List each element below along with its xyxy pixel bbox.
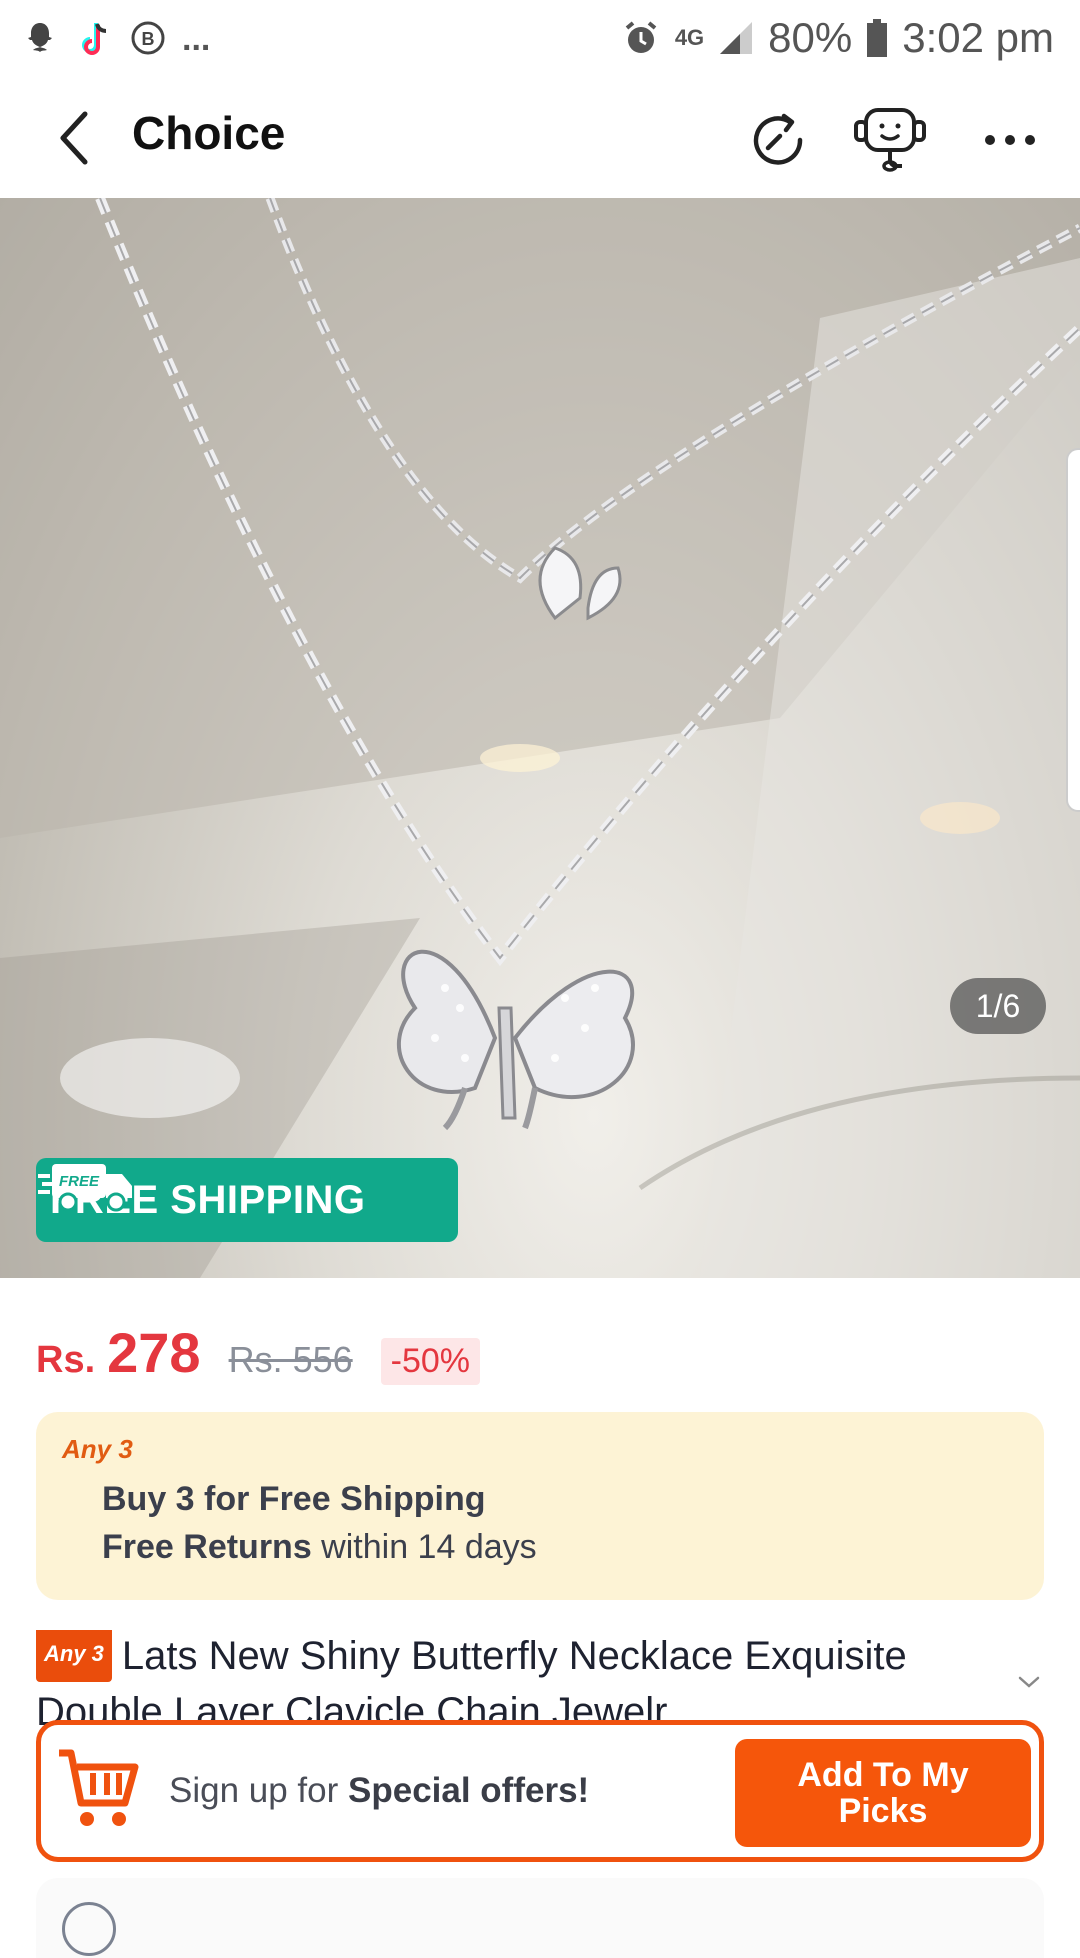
expand-chevron-icon[interactable] (1016, 1672, 1042, 1692)
free-returns-label: Free Returns (102, 1528, 312, 1566)
product-title[interactable]: Any 3 Lats New Shiny Butterfly Necklace E… (36, 1630, 996, 1726)
signup-offers-bar[interactable]: Sign up for Special offers! Add To My Pi… (36, 1720, 1044, 1862)
image-counter: 1/6 (950, 978, 1046, 1034)
side-scroll-handle[interactable] (1066, 448, 1080, 812)
customer-service-icon (854, 108, 926, 172)
signup-highlight: Special offers! (348, 1771, 590, 1810)
free-returns-detail: within 14 days (311, 1528, 537, 1566)
more-dots-icon (985, 135, 1035, 145)
price-original: Rs. 556 (228, 1339, 353, 1380)
signup-prefix: Sign up for (169, 1771, 348, 1810)
product-title-text: Lats New Shiny Butterfly Necklace Exquis… (36, 1634, 907, 1726)
promo-box[interactable]: Any 3 Buy 3 for Free Shipping Free Retur… (36, 1412, 1044, 1600)
clock: 3:02 pm (902, 14, 1054, 61)
add-to-my-picks-button[interactable]: Add To My Picks (735, 1739, 1031, 1847)
svg-text:B: B (142, 29, 155, 49)
shopping-cart-icon (59, 1749, 139, 1826)
customer-service-button[interactable] (852, 100, 932, 180)
more-notifications: ... (182, 19, 211, 58)
store-avatar (62, 1902, 116, 1956)
snapchat-icon (28, 23, 52, 52)
tiktok-icon (82, 23, 107, 55)
status-system: 4G 80% 3:02 pm (621, 10, 1054, 66)
status-notifications: B ... (20, 14, 210, 64)
network-type: 4G (674, 25, 705, 50)
promo-free-shipping: Buy 3 for Free Shipping (102, 1480, 486, 1518)
discount-badge: -50% (380, 1338, 481, 1385)
promo-tag: Any 3 (62, 1434, 133, 1464)
any3-badge: Any 3 (36, 1630, 112, 1683)
next-section-card (36, 1878, 1044, 1958)
svg-text:FREE: FREE (59, 1173, 100, 1190)
share-icon (753, 113, 803, 165)
share-button[interactable] (738, 100, 818, 180)
battery-percent: 80% (768, 14, 853, 61)
free-shipping-badge: FREE FREE SHIPPING (36, 1158, 458, 1242)
back-button[interactable] (40, 100, 110, 176)
price-current: 278 (107, 1321, 201, 1384)
signal-icon (720, 22, 753, 54)
app-bar: Choice (0, 78, 1080, 198)
status-bar: B ... 4G 80% 3:02 pm (0, 0, 1080, 78)
promo-free-returns: Free Returns within 14 days (102, 1528, 537, 1567)
business-chat-icon: B (131, 21, 165, 55)
battery-icon (867, 19, 888, 57)
delivery-truck-icon: FREE (38, 1164, 132, 1212)
price-currency: Rs. (36, 1339, 96, 1381)
signup-text: Sign up for Special offers! (169, 1771, 589, 1811)
product-photo (0, 198, 1080, 1278)
more-options-button[interactable] (970, 100, 1050, 180)
price-row: Rs. 278 Rs. 556 -50% (36, 1320, 481, 1390)
product-image-gallery[interactable]: FREE FREE SHIPPING 1/6 (0, 198, 1080, 1278)
back-arrow-icon (60, 111, 88, 165)
alarm-icon (625, 21, 657, 53)
page-title: Choice (132, 107, 286, 159)
